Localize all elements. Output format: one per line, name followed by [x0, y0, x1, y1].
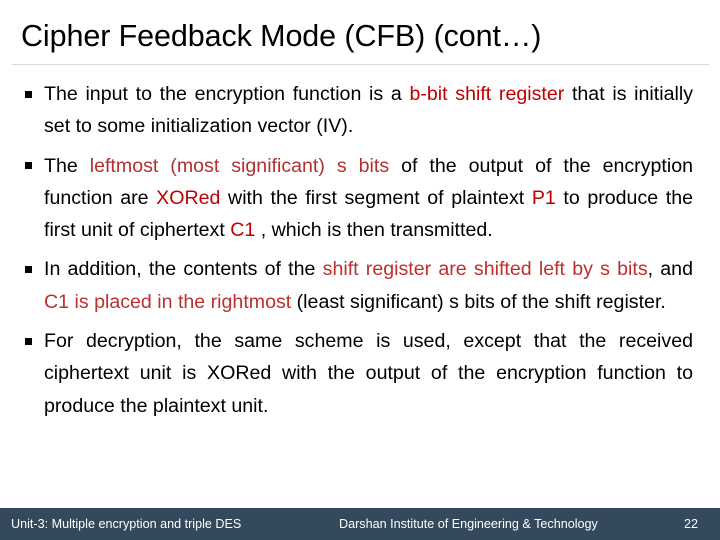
footer-bar: Unit-3: Multiple encryption and triple D…	[0, 508, 720, 540]
list-item: In addition, the contents of the shift r…	[0, 253, 720, 318]
plain-text-run: The	[44, 154, 90, 177]
list-item-text: For decryption, the same scheme is used,…	[44, 330, 693, 417]
list-item-text: The leftmost (most significant) s bits o…	[44, 155, 693, 242]
list-item: The leftmost (most significant) s bits o…	[0, 150, 720, 247]
square-bullet-icon	[25, 265, 32, 273]
bullet-list: The input to the encryption function is …	[0, 78, 720, 429]
footer-page-number: 22	[684, 517, 699, 531]
highlight-text-run: shift register are shifted left by s bit…	[322, 258, 648, 281]
footer-unit-label: Unit-3: Multiple encryption and triple D…	[11, 517, 242, 531]
square-bullet-icon	[25, 90, 32, 98]
plain-text-run: (least significant) s bits of the shift …	[291, 290, 666, 313]
highlight-text-run: C1 is placed in the rightmost	[44, 290, 292, 313]
title-block: Cipher Feedback Mode (CFB) (cont…)	[0, 14, 720, 66]
plain-text-run: The input to the encryption function is …	[44, 83, 410, 105]
list-item: For decryption, the same scheme is used,…	[0, 325, 720, 422]
list-item: The input to the encryption function is …	[0, 78, 720, 143]
square-bullet-icon	[25, 337, 32, 345]
plain-text-run: In addition, the contents of the	[44, 258, 323, 281]
title-divider	[12, 64, 709, 65]
footer-institute-label: Darshan Institute of Engineering & Techn…	[339, 517, 598, 531]
plain-text-run: , and	[647, 258, 693, 281]
slide-canvas: Cipher Feedback Mode (CFB) (cont…) The i…	[0, 0, 720, 540]
list-item-text: The input to the encryption function is …	[44, 83, 693, 137]
plain-text-run: For decryption, the same scheme is used,…	[44, 330, 693, 417]
plain-text-run: , which is then transmitted.	[255, 219, 493, 242]
square-bullet-icon	[25, 162, 32, 170]
list-item-text: In addition, the contents of the shift r…	[44, 258, 693, 312]
plain-text-run: with the first segment of plaintext	[220, 186, 532, 209]
highlight-text-run: XORed	[156, 186, 221, 209]
highlight-text-run: b-bit shift register	[409, 83, 565, 105]
highlight-text-run: C1	[230, 219, 256, 242]
page-title: Cipher Feedback Mode (CFB) (cont…)	[21, 19, 542, 53]
highlight-text-run: leftmost (most significant) s bits	[89, 154, 390, 177]
highlight-text-run: P1	[531, 186, 556, 209]
